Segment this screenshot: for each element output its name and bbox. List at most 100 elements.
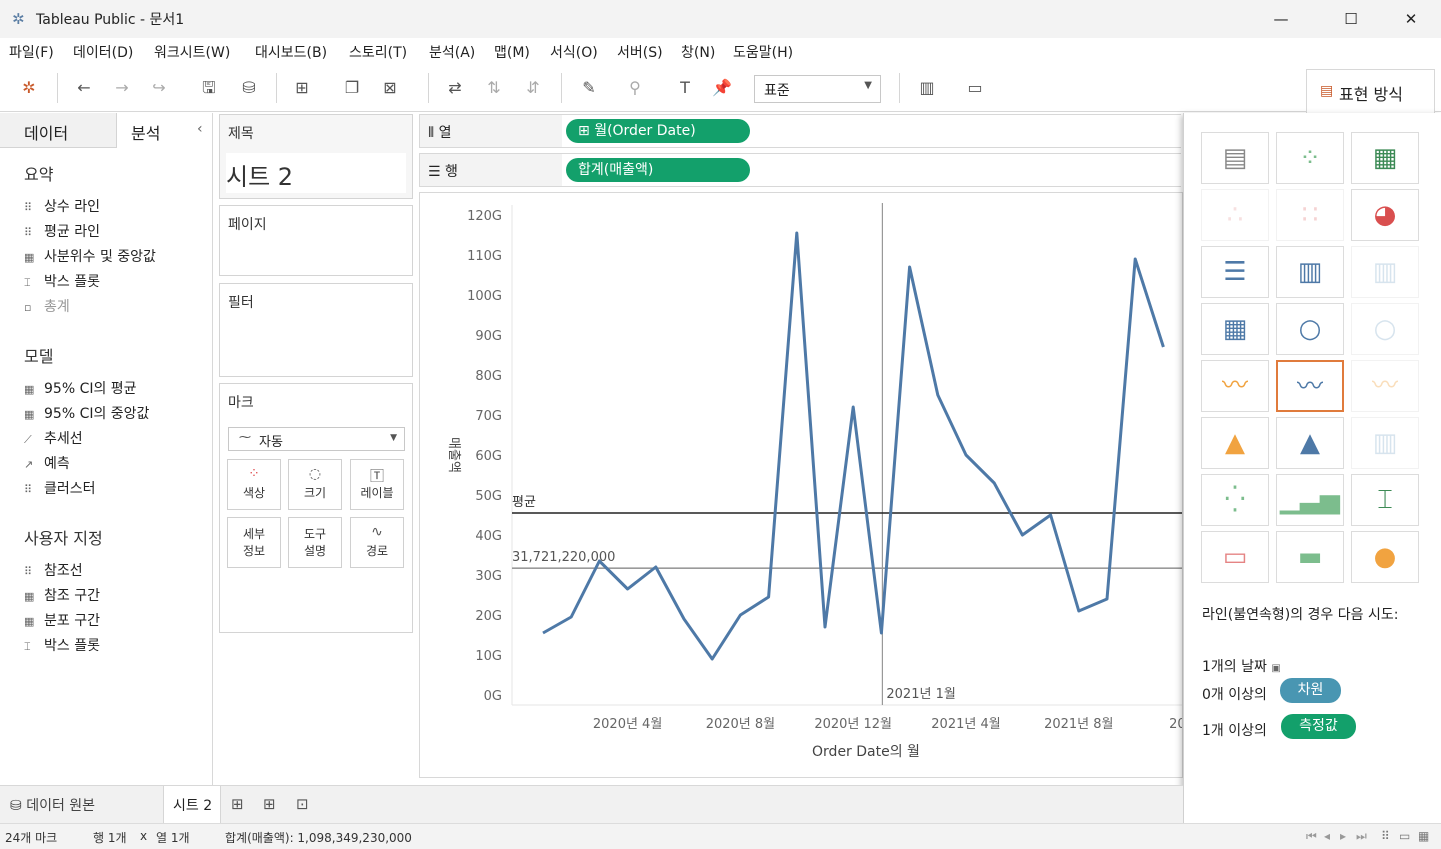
show-me-side-by-side-circles[interactable]: ○ (1351, 303, 1419, 355)
data-source-tab[interactable]: ⛁ 데이터 원본 (10, 795, 95, 815)
sheet-tab-active[interactable]: 시트 2 (163, 786, 221, 824)
show-me-text-table[interactable]: ▤ (1201, 132, 1269, 184)
new-story-tab-icon[interactable]: ⊡ (296, 795, 309, 813)
new-datasource-icon[interactable]: ⛁ (237, 77, 261, 99)
item-reference-band[interactable]: ▦ 참조 구간 (24, 585, 100, 605)
tab-data[interactable]: 데이터 (0, 113, 117, 148)
fit-dropdown[interactable]: 표준 ▼ (754, 75, 881, 103)
show-me-bullet-graph[interactable]: ▬ (1276, 531, 1344, 583)
menu-dashboard[interactable]: 대시보드(B) (255, 42, 327, 62)
show-me-stacked-bars[interactable]: ▥ (1276, 246, 1344, 298)
show-me-tab[interactable]: ▤ 표현 방식 (1306, 69, 1435, 113)
show-cards-icon[interactable]: ▥ (913, 77, 941, 99)
show-me-horizontal-bars[interactable]: ☰ (1201, 246, 1269, 298)
sort-desc-icon[interactable]: ⇵ (521, 77, 545, 99)
group-icon[interactable]: ⚲ (623, 77, 647, 99)
rows-drop-area[interactable]: 합계(매출액) (562, 154, 1182, 186)
menu-analysis[interactable]: 분석(A) (429, 42, 475, 62)
label-button[interactable]: 🅃 레이블 (350, 459, 404, 510)
show-me-filled-map[interactable]: ∷ (1276, 189, 1344, 241)
show-me-heat-map[interactable]: ⁘ (1276, 132, 1344, 184)
show-me-area-continuous[interactable]: ▲ (1201, 417, 1269, 469)
nav-last-icon[interactable]: ⏭ (1356, 829, 1367, 844)
item-cluster[interactable]: ⠿ 클러스터 (24, 478, 96, 498)
item-box-plot-custom[interactable]: ⌶ 박스 플롯 (24, 635, 100, 655)
show-me-circle-views[interactable]: ○ (1276, 303, 1344, 355)
menu-server[interactable]: 서버(S) (617, 42, 663, 62)
menu-worksheet[interactable]: 워크시트(W) (154, 42, 230, 62)
show-me-line-continuous[interactable]: 〰 (1201, 360, 1269, 412)
nav-first-icon[interactable]: ⏮ (1306, 829, 1317, 844)
menu-format[interactable]: 서식(O) (550, 42, 598, 62)
nav-prev-icon[interactable]: ◂ (1324, 829, 1330, 843)
show-me-treemap[interactable]: ▦ (1201, 303, 1269, 355)
menu-help[interactable]: 도움말(H) (733, 42, 793, 62)
tooltip-button[interactable]: 도구 설명 (288, 517, 342, 568)
item-distribution-band[interactable]: ▦ 분포 구간 (24, 610, 100, 630)
presentation-icon[interactable]: ▭ (963, 77, 987, 99)
item-forecast[interactable]: ↗ 예측 (24, 453, 70, 473)
collapse-pane-icon[interactable]: ‹ (197, 121, 203, 137)
maximize-button[interactable]: ☐ (1328, 0, 1374, 38)
item-constant-line[interactable]: ⠿ 상수 라인 (24, 196, 100, 216)
clear-sheet-icon[interactable]: ⊠ (378, 77, 402, 99)
show-me-pie-chart[interactable]: ◕ (1351, 189, 1419, 241)
item-totals[interactable]: ▫ 총계 (24, 296, 70, 316)
show-me-dual-combination[interactable]: ▥ (1351, 417, 1419, 469)
sheet-title[interactable]: 시트 2 (226, 153, 406, 193)
new-dashboard-tab-icon[interactable]: ⊞ (263, 795, 276, 813)
item-box-plot[interactable]: ⌶ 박스 플롯 (24, 271, 100, 291)
item-ci-mean[interactable]: ▦ 95% CI의 평균 (24, 378, 137, 398)
nav-next-icon[interactable]: ▸ (1340, 829, 1346, 843)
show-me-highlight-table[interactable]: ▦ (1351, 132, 1419, 184)
size-button[interactable]: ◌ 크기 (288, 459, 342, 510)
show-me-gantt-chart[interactable]: ▭ (1201, 531, 1269, 583)
menu-window[interactable]: 창(N) (681, 42, 715, 62)
menu-map[interactable]: 맵(M) (494, 42, 530, 62)
menu-data[interactable]: 데이터(D) (73, 42, 133, 62)
new-worksheet-icon[interactable]: ⊞ (290, 77, 314, 99)
show-me-histogram[interactable]: ▁▃▅ (1276, 474, 1344, 526)
undo-icon[interactable]: ← (72, 77, 96, 99)
detail-button[interactable]: 세부 정보 (227, 517, 281, 568)
filmstrip-icon[interactable]: ▭ (1399, 829, 1410, 843)
item-average-line[interactable]: ⠿ 평균 라인 (24, 221, 100, 241)
show-me-area-discrete[interactable]: ▲ (1276, 417, 1344, 469)
columns-drop-area[interactable]: ⊞ 월(Order Date) (562, 115, 1182, 147)
filters-card[interactable]: 필터 (219, 283, 413, 377)
show-me-symbol-map[interactable]: ∴ (1201, 189, 1269, 241)
sort-asc-icon[interactable]: ⇅ (482, 77, 506, 99)
pages-card[interactable]: 페이지 (219, 205, 413, 276)
replay-icon[interactable]: ↪ (147, 77, 171, 99)
tableau-start-icon[interactable]: ✲ (18, 77, 40, 99)
show-me-line-discrete[interactable]: 〰 (1276, 360, 1344, 412)
rows-pill[interactable]: 합계(매출액) (566, 158, 750, 182)
line-chart[interactable]: 0G 10G 20G 30G 40G 50G 60G 70G 80G 90G 100G 110G 120… (420, 193, 1183, 778)
menu-story[interactable]: 스토리(T) (349, 42, 407, 62)
grid-view-icon[interactable]: ⠿ (1381, 829, 1390, 843)
marks-type-dropdown[interactable]: ⁓ 자동 ▼ (228, 427, 405, 451)
show-me-packed-bubbles[interactable]: ● (1351, 531, 1419, 583)
pin-icon[interactable]: 📌 (710, 77, 734, 99)
show-me-scatter-plot[interactable]: ⁛ (1201, 474, 1269, 526)
item-ci-median[interactable]: ▦ 95% CI의 중앙값 (24, 403, 149, 423)
show-labels-icon[interactable]: T (673, 77, 697, 99)
columns-pill[interactable]: ⊞ 월(Order Date) (566, 119, 750, 143)
duplicate-icon[interactable]: ❐ (340, 77, 364, 99)
tab-view-icon[interactable]: ▦ (1418, 829, 1429, 843)
swap-icon[interactable]: ⇄ (443, 77, 467, 99)
redo-icon[interactable]: → (110, 77, 134, 99)
item-median-quartiles[interactable]: ▦ 사분위수 및 중앙값 (24, 246, 156, 266)
save-icon[interactable]: 🖫 (197, 77, 221, 99)
show-me-box-and-whisker[interactable]: ⌶ (1351, 474, 1419, 526)
item-reference-line[interactable]: ⠿ 참조선 (24, 560, 83, 580)
show-me-dual-lines[interactable]: 〰 (1351, 360, 1419, 412)
close-button[interactable]: ✕ (1388, 0, 1434, 38)
path-button[interactable]: ∿ 경로 (350, 517, 404, 568)
minimize-button[interactable]: — (1258, 0, 1304, 38)
color-button[interactable]: ⁘ 색상 (227, 459, 281, 510)
highlight-icon[interactable]: ✎ (577, 77, 601, 99)
item-trend-line[interactable]: ⟋ 추세선 (24, 428, 83, 448)
new-worksheet-tab-icon[interactable]: ⊞ (231, 795, 244, 813)
chart-area[interactable]: 0G 10G 20G 30G 40G 50G 60G 70G 80G 90G 100G 110G 120… (419, 192, 1183, 778)
